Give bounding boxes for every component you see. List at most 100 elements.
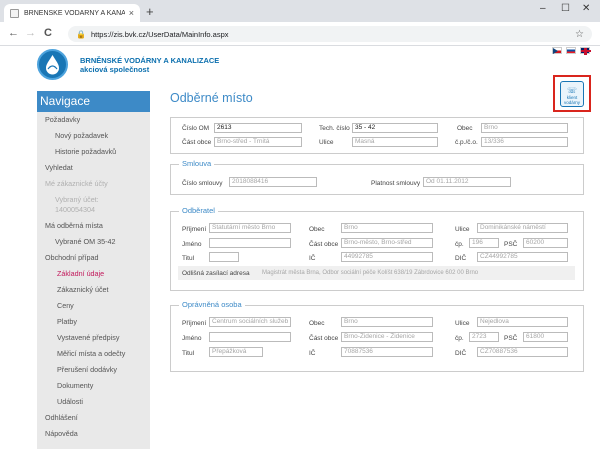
osoba-obec-label: Obec (309, 320, 325, 327)
obec-field[interactable]: Brno (481, 123, 568, 133)
brand-line2: akciová společnost (80, 65, 150, 74)
osoba-titul-label: Titul (182, 350, 195, 357)
odberatel-titul-label: Titul (182, 255, 195, 262)
odberatel-obec-field[interactable]: Brno (341, 223, 433, 233)
odberatel-dic-field[interactable]: CZ44992785 (477, 252, 568, 262)
nav-zakladni-udaje[interactable]: Základní údaje (37, 269, 150, 279)
platnost-smlouvy-field[interactable]: Od 01.11.2012 (423, 177, 511, 187)
nav-obchodni-pripad[interactable]: Obchodní případ (37, 253, 150, 263)
osoba-psc-field[interactable]: 61800 (523, 332, 568, 342)
minimize-icon[interactable]: – (540, 3, 546, 14)
odberatel-prijmeni-field[interactable]: Statutární město Brno (209, 223, 291, 233)
osoba-ulice-field[interactable]: Nejedlova (477, 317, 568, 327)
tech-cislo-field[interactable]: 35 - 42 (352, 123, 438, 133)
address-bar[interactable]: 🔒 https://zis.bvk.cz/UserData/MainInfo.a… (68, 26, 592, 42)
page-content: BRNĚNSKÉ VODÁRNY A KANALIZACE akciová sp… (0, 47, 600, 449)
smlouva-legend: Smlouva (179, 159, 215, 168)
nav-novy-pozadavek[interactable]: Nový požadavek (37, 131, 150, 141)
osoba-cast-field[interactable]: Brno-Židenice - Židenice (341, 332, 433, 342)
osoba-dic-label: DIČ (455, 350, 467, 357)
odberatel-legend: Odběratel (179, 206, 218, 215)
odberatel-panel: Odběratel Příjmení Statutární město Brno… (170, 206, 584, 291)
nav-preruseni-dodavky[interactable]: Přerušení dodávky (37, 365, 150, 375)
osoba-ulice-label: Ulice (455, 320, 470, 327)
osoba-obec-field[interactable]: Brno (341, 317, 433, 327)
smlouva-panel: Smlouva Číslo smlouvy 2018088416 Platnos… (170, 159, 584, 195)
nav-ceny[interactable]: Ceny (37, 301, 150, 311)
odberatel-ic-field[interactable]: 44992785 (341, 252, 433, 262)
nav-merici-mista[interactable]: Měřicí místa a odečty (37, 349, 150, 359)
url-text[interactable]: https://zis.bvk.cz/UserData/MainInfo.asp… (91, 30, 575, 39)
nav-vybrane-om[interactable]: Vybrané OM 35-42 (37, 237, 150, 247)
nav-udalosti[interactable]: Události (37, 397, 150, 407)
brand-line1: BRNĚNSKÉ VODÁRNY A KANALIZACE (80, 56, 220, 65)
back-icon[interactable]: ← (8, 27, 19, 39)
odberatel-jmeno-label: Jméno (182, 241, 202, 248)
tech-cislo-label: Tech. číslo (319, 125, 350, 132)
window-close-icon[interactable]: ✕ (582, 3, 590, 14)
klient-vodarny-button[interactable]: ☏ klient vodárny (553, 75, 591, 112)
cp-field[interactable]: 13/336 (481, 137, 568, 147)
browser-tab[interactable]: BRNĚNSKÉ VODÁRNY A KANALIZ × (4, 4, 140, 22)
nav-historie-pozadavku[interactable]: Historie požadavků (37, 147, 150, 157)
nav-pozadavky[interactable]: Požadavky (37, 115, 150, 125)
tab-close-icon[interactable]: × (129, 8, 134, 18)
cast-obce-label: Část obce (182, 139, 212, 146)
obec-label: Obec (457, 125, 473, 132)
odberatel-titul-field[interactable] (209, 252, 239, 262)
osoba-cast-label: Část obce (309, 335, 339, 342)
nav-vystavene-predpisy[interactable]: Vystavené předpisy (37, 333, 150, 343)
osoba-jmeno-label: Jméno (182, 335, 202, 342)
cislo-smlouvy-field[interactable]: 2018088416 (229, 177, 317, 187)
nav-napoveda[interactable]: Nápověda (37, 429, 150, 439)
osoba-prijmeni-label: Příjmení (182, 320, 207, 327)
ulice-field[interactable]: Masná (352, 137, 438, 147)
osoba-psc-label: PSČ (504, 335, 518, 342)
platnost-smlouvy-label: Platnost smlouvy (371, 180, 421, 187)
osoba-prijmeni-field[interactable]: Centrum sociálních služeb (209, 317, 291, 327)
maximize-icon[interactable]: ☐ (561, 3, 570, 14)
bookmark-star-icon[interactable]: ☆ (575, 29, 584, 40)
english-flag-icon[interactable] (580, 47, 591, 55)
nav-me-zakaznicke-ucty[interactable]: Mé zákaznické účty (37, 179, 150, 189)
nav-vyhledat[interactable]: Vyhledat (37, 163, 150, 173)
odberatel-prijmeni-label: Příjmení (182, 226, 207, 233)
ulice-label: Ulice (319, 139, 334, 146)
osoba-jmeno-field[interactable] (209, 332, 291, 342)
klient-vodarny-icon: ☏ klient vodárny (560, 80, 584, 107)
odberatel-cast-field[interactable]: Brno-město, Brno-střed (341, 238, 433, 248)
nav-vybrany-ucet-number: 1400054304 (55, 205, 95, 214)
odberatel-ulice-label: Ulice (455, 226, 470, 233)
slovak-flag-icon[interactable] (566, 47, 576, 54)
cast-obce-field[interactable]: Brno-střed - Trnitá (214, 137, 302, 147)
new-tab-button[interactable]: + (146, 4, 154, 20)
cp-label: č.p./č.o. (455, 139, 478, 146)
osoba-ic-field[interactable]: 70887536 (341, 347, 433, 357)
cislo-smlouvy-label: Číslo smlouvy (182, 180, 223, 187)
nav-dokumenty[interactable]: Dokumenty (37, 381, 150, 391)
nav-zakaznicky-ucet[interactable]: Zákaznický účet (37, 285, 150, 295)
tab-title: BRNĚNSKÉ VODÁRNY A KANALIZ (24, 9, 125, 17)
reload-icon[interactable]: C (44, 27, 52, 39)
company-logo-icon[interactable] (37, 49, 68, 80)
nav-platby[interactable]: Platby (37, 317, 150, 327)
osoba-titul-field[interactable]: Přepážková (209, 347, 263, 357)
odberatel-psc-field[interactable]: 60200 (523, 238, 568, 248)
odberatel-cp-label: čp. (455, 241, 464, 248)
odberatel-obec-label: Obec (309, 226, 325, 233)
odberatel-jmeno-field[interactable] (209, 238, 291, 248)
osoba-cp-field[interactable]: 2723 (469, 332, 499, 342)
page-title: Odběrné místo (170, 91, 253, 105)
forward-icon[interactable]: → (25, 27, 36, 39)
zasilaci-adresa-row: Odlišná zasílací adresa Magistrát města … (178, 266, 575, 280)
osoba-ic-label: IČ (309, 350, 316, 357)
brand-name: BRNĚNSKÉ VODÁRNY A KANALIZACE akciová sp… (80, 56, 219, 74)
nav-odhlaseni[interactable]: Odhlášení (37, 413, 150, 423)
odberatel-cp-field[interactable]: 196 (469, 238, 499, 248)
cislo-om-field[interactable]: 2613 (214, 123, 302, 133)
czech-flag-icon[interactable] (552, 47, 562, 54)
nav-ma-odberna-mista[interactable]: Má odběrná místa (37, 221, 150, 231)
odberatel-ulice-field[interactable]: Dominikánské náměstí (477, 223, 568, 233)
osoba-dic-field[interactable]: CZ70887536 (477, 347, 568, 357)
browser-toolbar: ← → C 🔒 https://zis.bvk.cz/UserData/Main… (0, 22, 600, 46)
